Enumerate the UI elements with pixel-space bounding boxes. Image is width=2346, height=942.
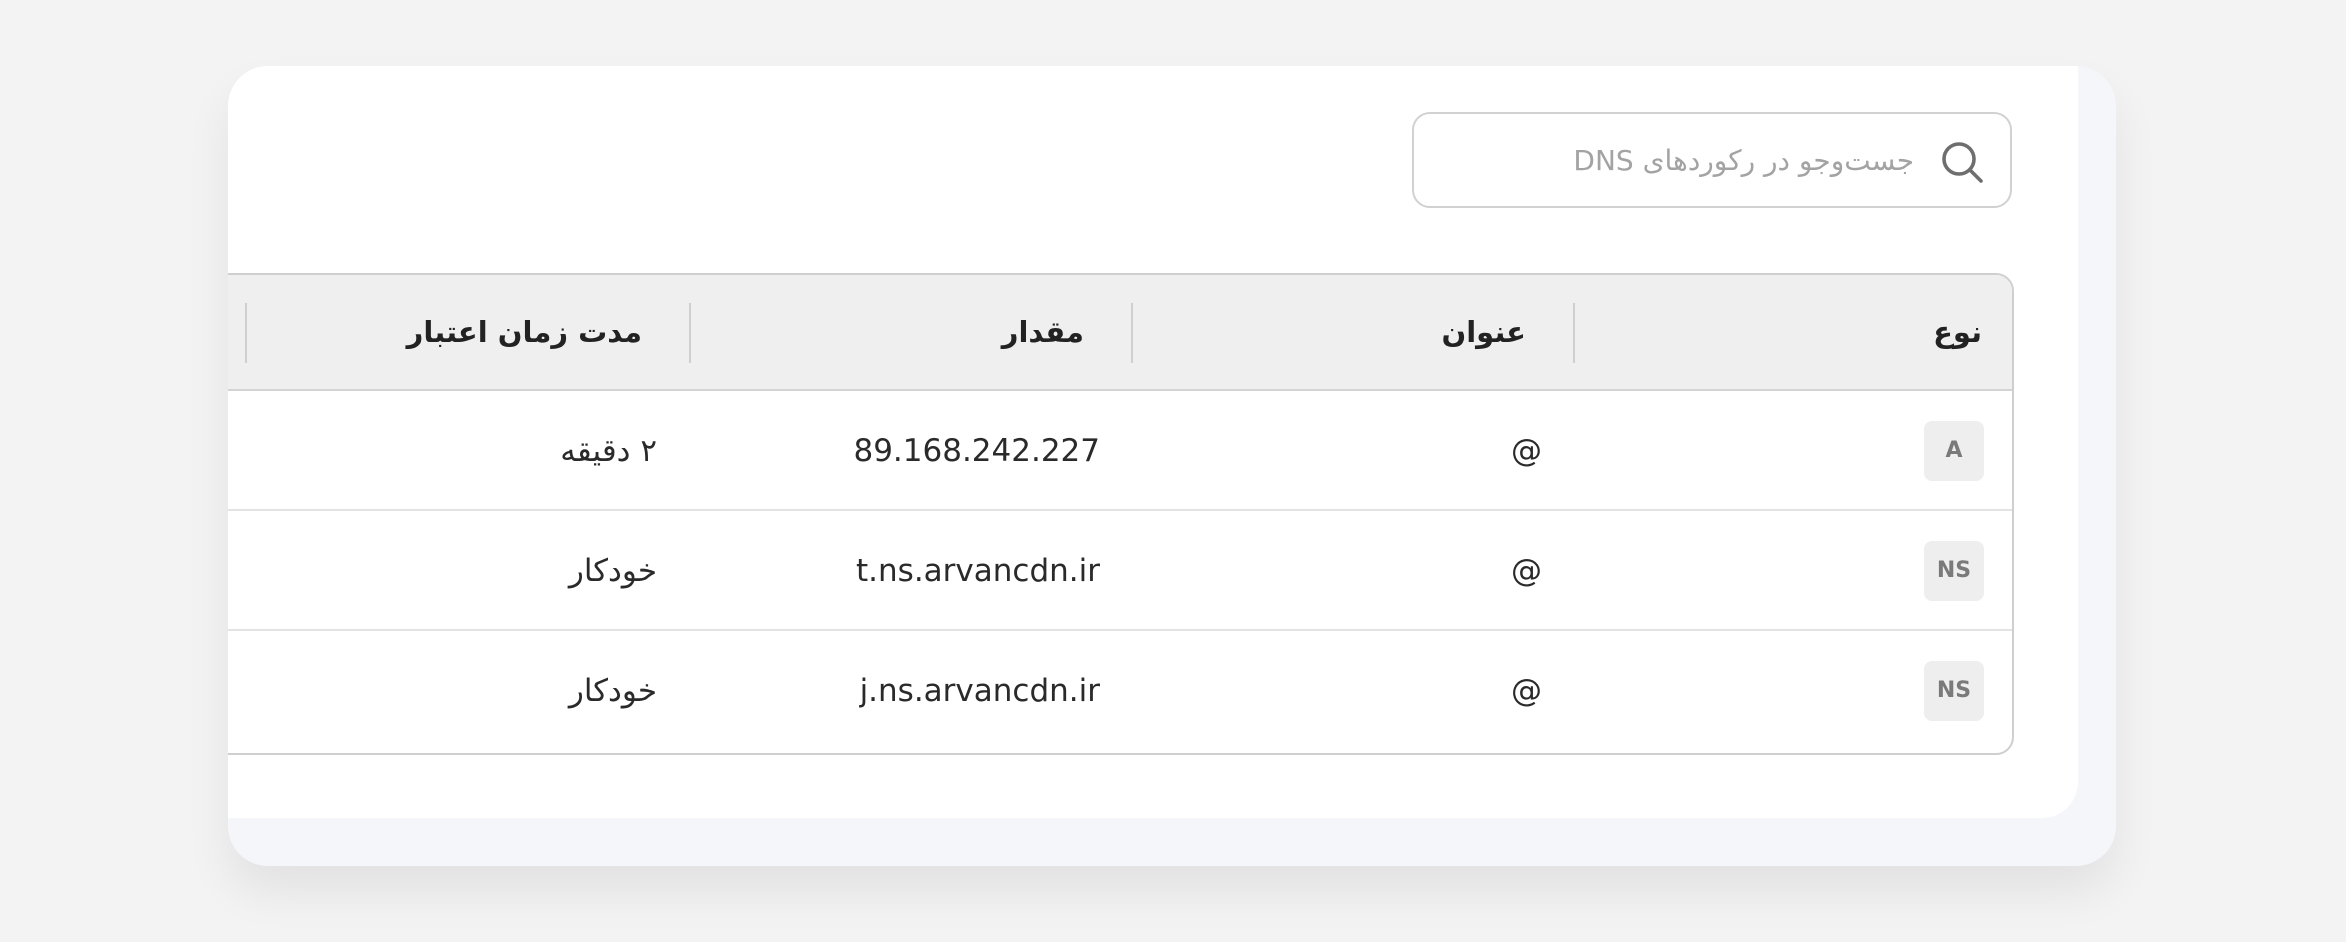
column-header-value[interactable]: مقدار xyxy=(1002,275,1084,389)
record-name-cell: @ xyxy=(1511,553,1542,589)
column-header-ttl[interactable]: مدت زمان اعتبار xyxy=(407,275,642,389)
search-box[interactable] xyxy=(1412,112,2012,208)
record-ttl-cell: خودکار xyxy=(568,553,657,589)
column-divider xyxy=(245,303,247,363)
record-type-badge: A xyxy=(1924,421,1984,481)
table-row[interactable]: NS @ j.ns.arvancdn.ir خودکار xyxy=(228,631,2012,751)
record-type-badge: NS xyxy=(1924,541,1984,601)
dns-records-table: نوع عنوان مقدار مدت زمان اعتبار A @ 89.1… xyxy=(228,273,2014,755)
record-name-cell: @ xyxy=(1511,673,1542,709)
column-header-type[interactable]: نوع xyxy=(1933,275,1982,389)
dns-records-card: نوع عنوان مقدار مدت زمان اعتبار A @ 89.1… xyxy=(228,66,2078,818)
record-value-cell: 89.168.242.227 xyxy=(853,433,1100,469)
search-input[interactable] xyxy=(1438,114,1914,206)
column-header-name[interactable]: عنوان xyxy=(1441,275,1526,389)
column-divider xyxy=(1131,303,1133,363)
record-value-cell: j.ns.arvancdn.ir xyxy=(859,673,1100,709)
record-name-cell: @ xyxy=(1511,433,1542,469)
record-ttl-cell: ۲ دقیقه xyxy=(560,433,657,469)
column-divider xyxy=(689,303,691,363)
table-header: نوع عنوان مقدار مدت زمان اعتبار xyxy=(228,275,2012,391)
table-row[interactable]: A @ 89.168.242.227 ۲ دقیقه xyxy=(228,391,2012,511)
column-divider xyxy=(1573,303,1575,363)
table-row[interactable]: NS @ t.ns.arvancdn.ir خودکار xyxy=(228,511,2012,631)
record-value-cell: t.ns.arvancdn.ir xyxy=(856,553,1100,589)
search-icon[interactable] xyxy=(1940,140,1984,184)
record-type-badge: NS xyxy=(1924,661,1984,721)
record-ttl-cell: خودکار xyxy=(568,673,657,709)
